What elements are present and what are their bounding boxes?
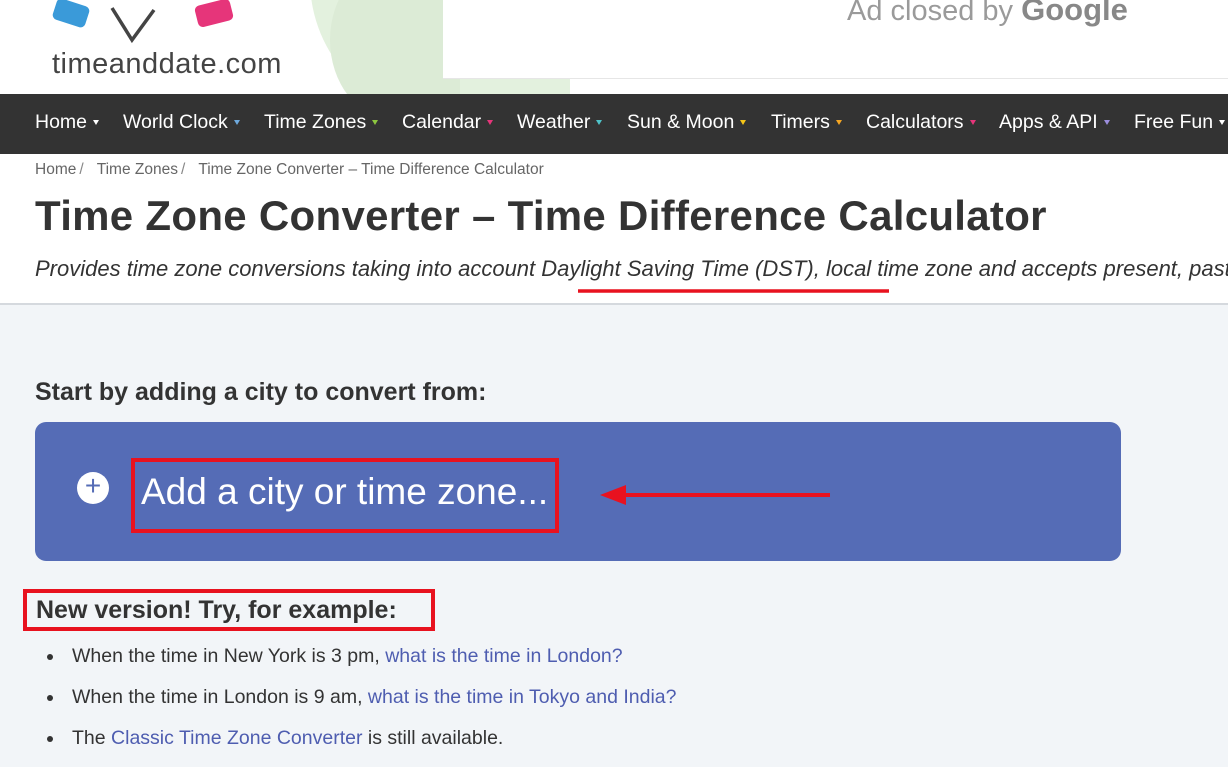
- red-arrow-annotation: [600, 485, 830, 505]
- subtitle-dst-link[interactable]: Daylight Saving Time (DST),: [541, 256, 820, 281]
- breadcrumb-separator: /: [180, 161, 186, 178]
- red-box-annotation: [131, 458, 559, 533]
- logo-blue-shape: [51, 0, 91, 29]
- subtitle-post: local time zone and accepts present, pas…: [825, 256, 1228, 281]
- red-underline-annotation: [578, 289, 889, 293]
- nav-item-calendar[interactable]: Calendar: [402, 111, 494, 134]
- site-logo[interactable]: timeanddate.com: [50, 0, 320, 90]
- title-area: Home / Time Zones / Time Zone Converter – …: [0, 154, 1228, 305]
- chevron-down-icon: [1219, 120, 1226, 126]
- main-nav: Home World Clock Time Zones Calendar Weather…: [0, 94, 1228, 154]
- add-city-plus-icon[interactable]: +: [77, 470, 109, 504]
- chevron-down-icon: [1103, 120, 1110, 126]
- example-text: When the time in New York is 3 pm,: [72, 645, 386, 667]
- ad-closed-text: Ad closed by Google: [847, 0, 1128, 28]
- logo-check-icon: [110, 7, 156, 44]
- nav-label: Weather: [517, 111, 591, 133]
- nav-label: Calculators: [866, 111, 964, 133]
- nav-label: Time Zones: [264, 111, 367, 133]
- chevron-down-icon: [233, 120, 240, 126]
- breadcrumb-current: Time Zone Converter – Time Difference Ca…: [198, 161, 544, 178]
- chevron-down-icon: [740, 120, 747, 126]
- nav-label: Sun & Moon: [627, 111, 735, 133]
- breadcrumb-separator: /: [79, 161, 84, 178]
- nav-label: Apps & API: [999, 111, 1098, 133]
- red-box-annotation: [23, 589, 435, 631]
- chevron-down-icon: [596, 120, 603, 126]
- chevron-down-icon: [969, 120, 976, 126]
- nav-label: World Clock: [123, 111, 228, 133]
- nav-item-weather[interactable]: Weather: [517, 111, 603, 134]
- breadcrumb: Home / Time Zones / Time Zone Converter – …: [35, 161, 544, 179]
- nav-label: Calendar: [402, 111, 482, 133]
- nav-item-calculators[interactable]: Calculators: [866, 111, 976, 134]
- example-link-london[interactable]: what is the time in London?: [385, 645, 622, 667]
- page-subtitle: Provides time zone conversions taking in…: [35, 256, 1228, 282]
- example-list: When the time in New York is 3 pm, what …: [47, 645, 677, 767]
- nav-item-home[interactable]: Home: [35, 111, 100, 134]
- example-text: When the time in London is 9 am,: [72, 686, 368, 708]
- nav-item-free-fun[interactable]: Free Fun: [1134, 111, 1226, 134]
- chevron-down-icon: [372, 120, 379, 126]
- header-decoration: [330, 0, 460, 94]
- nav-label: Free Fun: [1134, 111, 1214, 133]
- breadcrumb-time-zones[interactable]: Time Zones: [97, 161, 178, 178]
- ad-brand: Google: [1021, 0, 1128, 27]
- list-item: The Classic Time Zone Converter is still…: [47, 727, 677, 767]
- nav-item-time-zones[interactable]: Time Zones: [264, 111, 379, 134]
- example-text: The: [72, 727, 112, 749]
- page-title: Time Zone Converter – Time Difference Ca…: [35, 192, 1047, 239]
- list-item: When the time in London is 9 am, what is…: [47, 686, 677, 727]
- nav-label: Home: [35, 111, 88, 133]
- breadcrumb-home[interactable]: Home: [35, 161, 76, 178]
- nav-item-timers[interactable]: Timers: [771, 111, 842, 134]
- example-text: is still available.: [362, 727, 504, 749]
- chevron-down-icon: [93, 120, 100, 126]
- nav-item-sun-moon[interactable]: Sun & Moon: [627, 111, 747, 134]
- example-link-tokyo-india[interactable]: what is the time in Tokyo and India?: [368, 686, 677, 708]
- nav-label: Timers: [771, 111, 830, 133]
- logo-pink-shape: [193, 0, 235, 29]
- list-item: When the time in New York is 3 pm, what …: [47, 645, 677, 686]
- nav-item-world-clock[interactable]: World Clock: [123, 111, 240, 134]
- start-label: Start by adding a city to convert from:: [35, 378, 487, 406]
- logo-text: timeanddate.com: [52, 48, 282, 80]
- chevron-down-icon: [487, 120, 494, 126]
- chevron-down-icon: [835, 120, 842, 126]
- subtitle-pre: Provides time zone conversions taking in…: [35, 256, 542, 281]
- classic-converter-link[interactable]: Classic Time Zone Converter: [111, 727, 362, 749]
- ad-closed-label: Ad closed by: [847, 0, 1014, 27]
- site-header: timeanddate.com Ad closed by Google: [0, 0, 1228, 94]
- nav-item-apps-api[interactable]: Apps & API: [999, 111, 1110, 134]
